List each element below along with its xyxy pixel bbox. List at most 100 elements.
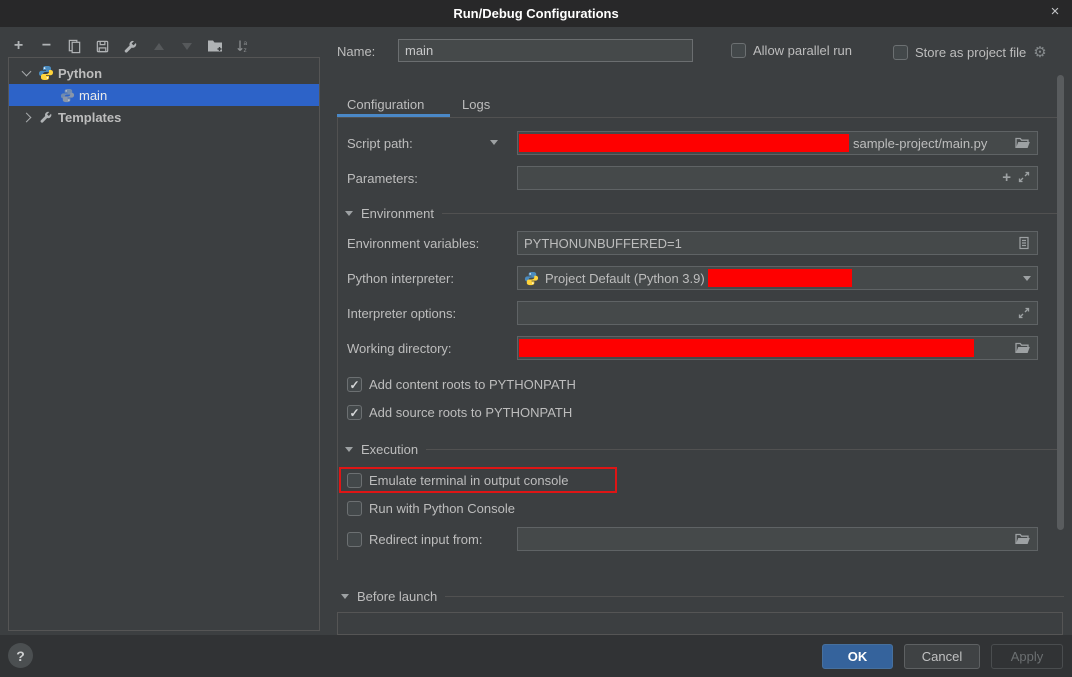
redacted-region — [708, 269, 852, 287]
emulate-terminal-option: ✓ Emulate terminal in output console — [347, 473, 568, 488]
wrench-icon — [38, 109, 54, 125]
collapse-triangle-icon[interactable] — [341, 594, 349, 599]
title-bar: Run/Debug Configurations × — [0, 0, 1072, 27]
gear-icon[interactable]: ⚙ — [1033, 43, 1046, 61]
execution-section-label: Execution — [361, 442, 418, 457]
emulate-terminal-label: Emulate terminal in output console — [369, 473, 568, 488]
add-source-roots-label: Add source roots to PYTHONPATH — [369, 405, 572, 420]
interpreter-options-field[interactable] — [517, 301, 1038, 325]
configurations-tree: Python main Templates — [8, 57, 320, 631]
expand-icon[interactable] — [1017, 306, 1031, 320]
browse-variables-icon[interactable] — [1017, 236, 1031, 250]
allow-parallel-run-label: Allow parallel run — [753, 43, 852, 58]
expand-icon[interactable] — [1017, 170, 1031, 187]
ok-button[interactable]: OK — [822, 644, 893, 669]
environment-variables-label: Environment variables: — [347, 236, 479, 251]
new-folder-icon[interactable] — [206, 38, 223, 55]
script-path-label: Script path: — [347, 136, 413, 151]
allow-parallel-run-option: ✓ Allow parallel run — [731, 43, 852, 58]
before-launch-section-header[interactable]: Before launch — [341, 589, 1064, 604]
working-directory-field[interactable] — [517, 336, 1038, 360]
python-logo-icon — [524, 271, 539, 286]
vertical-scrollbar[interactable] — [1057, 75, 1064, 530]
chevron-down-icon[interactable] — [22, 67, 32, 77]
move-down-icon — [178, 38, 195, 55]
sidebar-item-label: main — [79, 88, 107, 103]
redirect-input-field[interactable] — [517, 527, 1038, 551]
redacted-region — [519, 339, 974, 357]
dialog-footer: ? OK Cancel Apply — [0, 635, 1072, 677]
redirect-input-checkbox[interactable]: ✓ — [347, 532, 362, 547]
sidebar-item-templates[interactable]: Templates — [9, 106, 319, 128]
emulate-terminal-checkbox[interactable]: ✓ — [347, 473, 362, 488]
copy-icon[interactable] — [66, 38, 83, 55]
section-divider — [442, 213, 1064, 214]
collapse-triangle-icon[interactable] — [345, 211, 353, 216]
window-title: Run/Debug Configurations — [453, 6, 618, 21]
apply-button[interactable]: Apply — [991, 644, 1063, 669]
svg-text:z: z — [243, 47, 246, 54]
sidebar-item-main[interactable]: main — [9, 84, 319, 106]
move-up-icon — [150, 38, 167, 55]
add-content-roots-option: ✓ Add content roots to PYTHONPATH — [347, 377, 576, 392]
edit-templates-icon[interactable] — [122, 38, 139, 55]
configurations-toolbar: + − az — [10, 36, 251, 56]
environment-variables-field[interactable]: PYTHONUNBUFFERED=1 — [517, 231, 1038, 255]
python-logo-icon — [38, 65, 54, 81]
before-launch-task-list[interactable] — [337, 612, 1063, 635]
browse-folder-icon[interactable] — [1015, 136, 1031, 150]
tab-logs[interactable]: Logs — [462, 97, 490, 112]
allow-parallel-run-checkbox[interactable]: ✓ — [731, 43, 746, 58]
cancel-button[interactable]: Cancel — [904, 644, 980, 669]
help-button[interactable]: ? — [8, 643, 33, 668]
sidebar-item-python[interactable]: Python — [9, 62, 319, 84]
add-icon[interactable]: + — [10, 38, 27, 55]
tabs-divider — [337, 117, 1064, 118]
checkmark-icon: ✓ — [349, 379, 359, 391]
parameters-field[interactable]: + — [517, 166, 1038, 190]
python-interpreter-value: Project Default (Python 3.9) — [545, 271, 705, 286]
chevron-right-icon[interactable] — [22, 112, 32, 122]
save-icon[interactable] — [94, 38, 111, 55]
close-icon[interactable]: × — [1046, 3, 1064, 21]
redirect-input-label: Redirect input from: — [369, 532, 482, 547]
store-as-project-file-label: Store as project file — [915, 45, 1026, 60]
name-input[interactable] — [398, 39, 693, 62]
environment-section-header[interactable]: Environment — [345, 206, 1064, 221]
remove-icon[interactable]: − — [38, 38, 55, 55]
store-as-project-file-option: ✓ Store as project file ⚙ — [893, 43, 1047, 61]
redacted-region — [519, 134, 849, 152]
sidebar-item-label: Python — [58, 66, 102, 81]
script-path-dropdown-icon[interactable] — [490, 140, 498, 145]
sort-configurations-icon[interactable]: az — [234, 38, 251, 55]
name-label: Name: — [337, 44, 375, 59]
working-directory-label: Working directory: — [347, 341, 452, 356]
browse-folder-icon[interactable] — [1015, 341, 1031, 355]
section-divider — [426, 449, 1064, 450]
environment-section-label: Environment — [361, 206, 434, 221]
python-interpreter-combobox[interactable]: Project Default (Python 3.9) — [517, 266, 1038, 290]
script-path-value: sample-project/main.py — [853, 136, 987, 151]
add-content-roots-checkbox[interactable]: ✓ — [347, 377, 362, 392]
interpreter-options-label: Interpreter options: — [347, 306, 456, 321]
parameters-label: Parameters: — [347, 171, 418, 186]
section-divider — [445, 596, 1064, 597]
collapse-triangle-icon[interactable] — [345, 447, 353, 452]
store-as-project-file-checkbox[interactable]: ✓ — [893, 45, 908, 60]
run-with-python-console-checkbox[interactable]: ✓ — [347, 501, 362, 516]
run-with-python-console-option: ✓ Run with Python Console — [347, 501, 515, 516]
environment-variables-value: PYTHONUNBUFFERED=1 — [524, 236, 682, 251]
add-source-roots-option: ✓ Add source roots to PYTHONPATH — [347, 405, 572, 420]
execution-section-header[interactable]: Execution — [345, 442, 1064, 457]
combobox-arrow-icon[interactable] — [1023, 276, 1031, 281]
redirect-input-option: ✓ Redirect input from: — [347, 532, 482, 547]
add-macro-icon[interactable]: + — [1002, 171, 1011, 185]
before-launch-section-label: Before launch — [357, 589, 437, 604]
browse-folder-icon[interactable] — [1015, 532, 1031, 546]
panel-left-border — [337, 118, 338, 560]
add-source-roots-checkbox[interactable]: ✓ — [347, 405, 362, 420]
python-config-icon — [59, 87, 75, 103]
tab-configuration[interactable]: Configuration — [347, 97, 424, 112]
script-path-field[interactable]: sample-project/main.py — [517, 131, 1038, 155]
checkmark-icon: ✓ — [349, 407, 359, 419]
